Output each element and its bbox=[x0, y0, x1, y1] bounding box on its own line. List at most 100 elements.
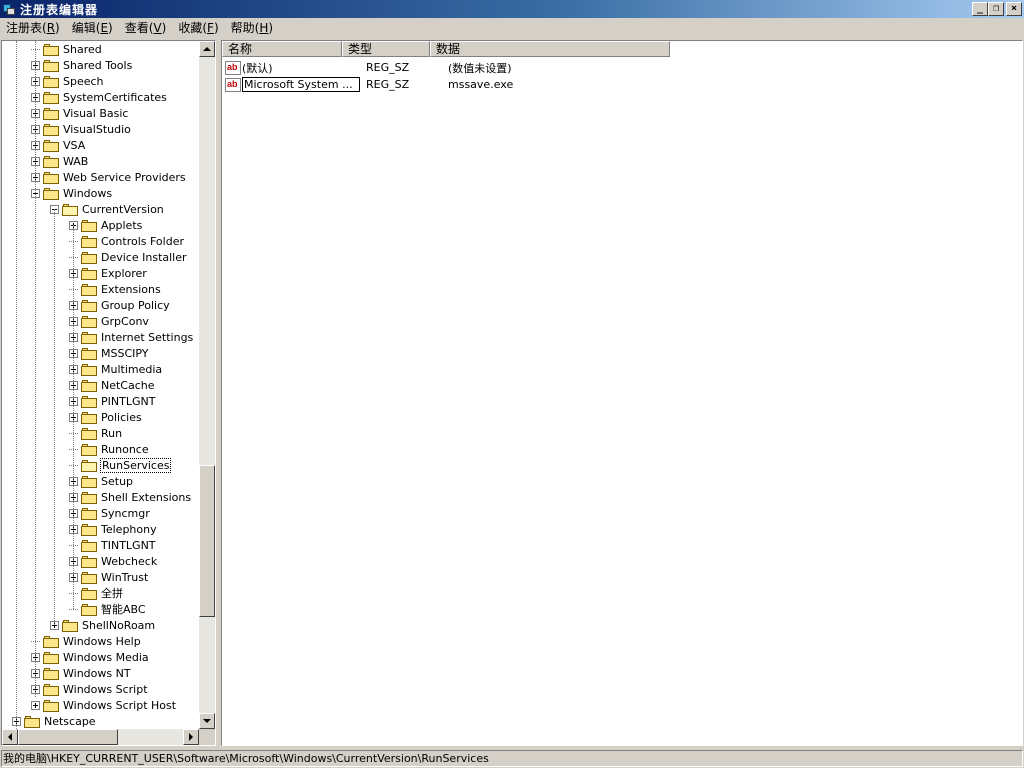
value-data: mssave.exe bbox=[448, 78, 514, 91]
tree-node[interactable]: Windows Help bbox=[31, 633, 142, 649]
string-value-icon: ab bbox=[225, 60, 241, 75]
tree-node[interactable]: Shared bbox=[31, 41, 103, 57]
tree-node[interactable]: Windows Media bbox=[31, 649, 150, 665]
tree-node[interactable]: Windows Script bbox=[31, 681, 149, 697]
tree-node-label: Windows Script Host bbox=[63, 698, 177, 712]
menu-favorites[interactable]: 收藏(F) bbox=[172, 19, 224, 37]
tree-node[interactable]: Visual Basic bbox=[31, 105, 129, 121]
scroll-right-button[interactable] bbox=[183, 729, 199, 745]
tree-node[interactable]: Runonce bbox=[69, 441, 150, 457]
value-name[interactable]: (默认) bbox=[242, 60, 360, 76]
list-header: 名称 类型 数据 bbox=[222, 41, 670, 57]
tree-node-label: PINTLGNT bbox=[101, 394, 156, 408]
scroll-left-button[interactable] bbox=[2, 729, 18, 745]
tree-node[interactable]: PINTLGNT bbox=[69, 393, 156, 409]
tree-node[interactable]: Internet Settings bbox=[69, 329, 194, 345]
tree-node[interactable]: SystemCertificates bbox=[31, 89, 168, 105]
tree-node[interactable]: Applets bbox=[69, 217, 143, 233]
tree-node-label: Runonce bbox=[101, 442, 149, 456]
key-tree-pane[interactable]: Shared Shared Tools Speech SystemCertificat… bbox=[1, 40, 216, 746]
tree-node[interactable]: Windows NT bbox=[31, 665, 132, 681]
tree-node[interactable]: Run bbox=[69, 425, 123, 441]
tree-node[interactable]: ShellNoRoam bbox=[50, 617, 156, 633]
menu-edit[interactable]: 编辑(E) bbox=[66, 19, 119, 37]
menu-view[interactable]: 查看(V) bbox=[119, 19, 173, 37]
tree-node[interactable]: Explorer bbox=[69, 265, 148, 281]
tree-node[interactable]: GrpConv bbox=[69, 313, 150, 329]
tree-node[interactable]: Shared Tools bbox=[31, 57, 133, 73]
menu-bar: 注册表(R) 编辑(E) 查看(V) 收藏(F) 帮助(H) bbox=[0, 18, 1024, 38]
tree-node[interactable]: Windows bbox=[31, 185, 113, 201]
tree-node[interactable]: WinTrust bbox=[69, 569, 149, 585]
column-header-type[interactable]: 类型 bbox=[342, 41, 430, 57]
tree-node-label: TINTLGNT bbox=[101, 538, 156, 552]
scroll-up-button[interactable] bbox=[199, 41, 215, 57]
string-value-icon: ab bbox=[225, 77, 241, 92]
tree-node[interactable]: Web Service Providers bbox=[31, 169, 187, 185]
tree-node[interactable]: NetCache bbox=[69, 377, 156, 393]
tree-node[interactable]: Policies bbox=[69, 409, 143, 425]
folder-icon bbox=[43, 171, 59, 184]
tree-node[interactable]: Telephony bbox=[69, 521, 158, 537]
tree-node[interactable]: Syncmgr bbox=[69, 505, 151, 521]
folder-icon bbox=[43, 155, 59, 168]
scroll-down-button[interactable] bbox=[199, 713, 215, 729]
folder-icon bbox=[62, 619, 78, 632]
menu-registry[interactable]: 注册表(R) bbox=[0, 19, 66, 37]
value-row[interactable]: ab Microsoft System ... REG_SZ mssave.ex… bbox=[222, 76, 688, 93]
tree-guide-line bbox=[35, 41, 36, 697]
tree-node[interactable]: CurrentVersion bbox=[50, 201, 165, 217]
window-controls: _ ❐ × bbox=[972, 2, 1022, 16]
folder-icon bbox=[43, 91, 59, 104]
folder-icon bbox=[81, 411, 97, 424]
column-header-data[interactable]: 数据 bbox=[430, 41, 670, 57]
tree-node[interactable]: VSA bbox=[31, 137, 86, 153]
expand-plus-icon[interactable] bbox=[31, 700, 40, 710]
tree-vertical-scrollbar[interactable] bbox=[199, 41, 215, 729]
values-list-pane[interactable]: 名称 类型 数据 ab (默认) REG_SZ (数值未设置) ab Micro… bbox=[221, 40, 1023, 746]
tree-node[interactable]: 全拼 bbox=[69, 585, 124, 601]
tree-node[interactable]: Device Installer bbox=[69, 249, 188, 265]
value-row[interactable]: ab (默认) REG_SZ (数值未设置) bbox=[222, 59, 688, 76]
tree-node[interactable]: RunServices bbox=[69, 457, 172, 473]
restore-button[interactable]: ❐ bbox=[988, 2, 1004, 16]
folder-icon bbox=[81, 347, 97, 360]
tree-node[interactable]: Group Policy bbox=[69, 297, 171, 313]
tree-node-label: Device Installer bbox=[101, 250, 187, 264]
tree-node-label: ShellNoRoam bbox=[82, 618, 156, 632]
tree-horizontal-scrollbar[interactable] bbox=[2, 729, 199, 745]
tree-node[interactable]: VisualStudio bbox=[31, 121, 132, 137]
tree-node[interactable]: Shell Extensions bbox=[69, 489, 192, 505]
tree-node[interactable]: Speech bbox=[31, 73, 105, 89]
value-name-edit-field[interactable]: Microsoft System ... bbox=[242, 77, 360, 92]
tree-node[interactable]: MSSCIPY bbox=[69, 345, 150, 361]
tree-node[interactable]: Multimedia bbox=[69, 361, 163, 377]
tree-node[interactable]: Windows Script Host bbox=[31, 697, 177, 713]
title-bar[interactable]: 注册表编辑器 _ ❐ × bbox=[0, 0, 1024, 18]
tree-node[interactable]: Webcheck bbox=[69, 553, 158, 569]
folder-icon bbox=[81, 299, 97, 312]
scrollbar-corner bbox=[199, 729, 215, 745]
tree-node-label: NetCache bbox=[101, 378, 155, 392]
tree-node-label: Windows NT bbox=[63, 666, 131, 680]
tree-node[interactable]: Extensions bbox=[69, 281, 162, 297]
value-type: REG_SZ bbox=[366, 61, 410, 74]
folder-icon bbox=[81, 523, 97, 536]
folder-icon bbox=[81, 363, 97, 376]
tree-node[interactable]: TINTLGNT bbox=[69, 537, 157, 553]
tree-node[interactable]: 智能ABC bbox=[69, 601, 147, 617]
tree-node[interactable]: WAB bbox=[31, 153, 89, 169]
tree-node-label: Setup bbox=[101, 474, 134, 488]
column-header-name[interactable]: 名称 bbox=[222, 41, 342, 57]
regedit-app-icon[interactable] bbox=[2, 2, 16, 16]
minimize-button[interactable]: _ bbox=[972, 2, 988, 16]
tree-node[interactable]: Netscape bbox=[12, 713, 97, 729]
tree-node[interactable]: Controls Folder bbox=[69, 233, 185, 249]
tree-node-label: Webcheck bbox=[101, 554, 158, 568]
tree-node[interactable]: Setup bbox=[69, 473, 134, 489]
folder-icon bbox=[81, 555, 97, 568]
horizontal-scroll-thumb[interactable] bbox=[18, 729, 118, 745]
vertical-scroll-thumb[interactable] bbox=[199, 465, 215, 617]
close-button[interactable]: × bbox=[1006, 2, 1022, 16]
menu-help[interactable]: 帮助(H) bbox=[225, 19, 279, 37]
